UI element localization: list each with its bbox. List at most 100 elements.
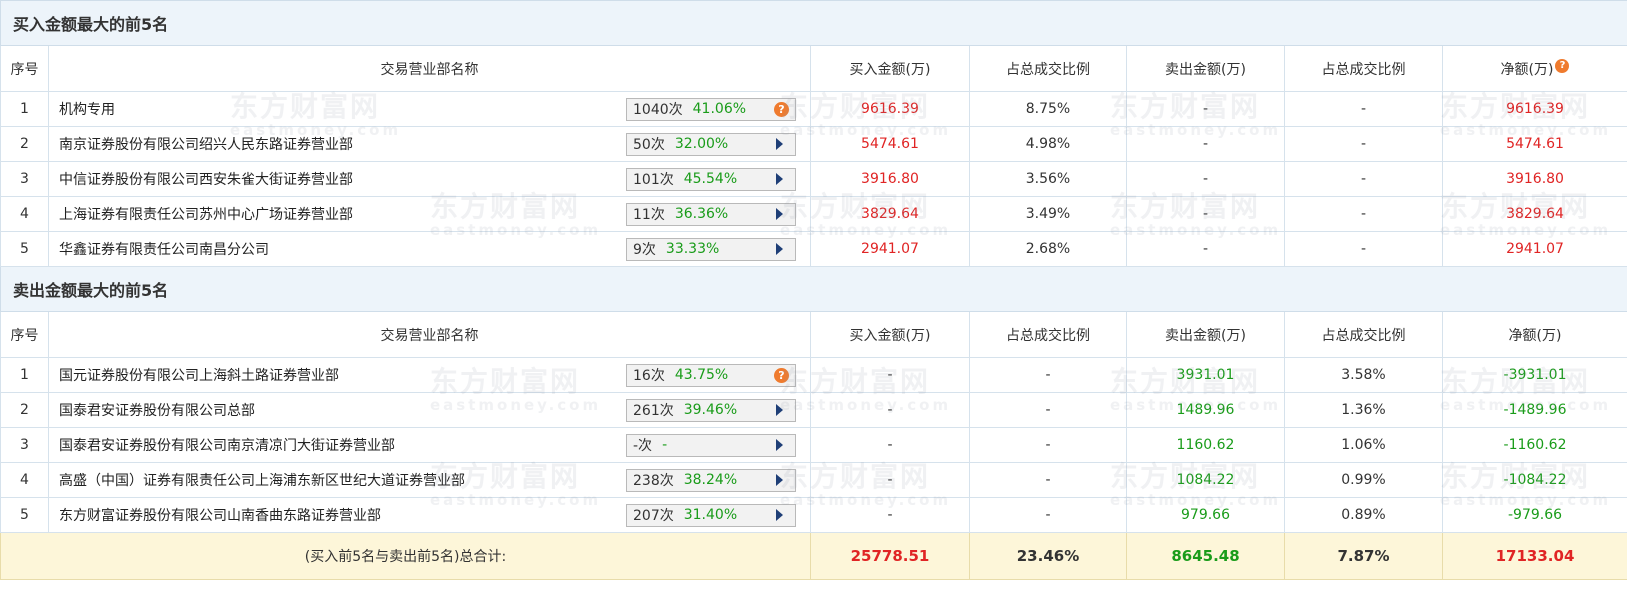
triangle-right-icon[interactable] bbox=[776, 439, 783, 451]
triangle-right-icon[interactable] bbox=[776, 474, 783, 486]
appearance-count: 238次 bbox=[633, 473, 674, 489]
seat-cell: 华鑫证券有限责任公司南昌分公司 9次 33.33% bbox=[48, 231, 811, 267]
triangle-right-icon[interactable] bbox=[776, 173, 783, 185]
question-circle-icon[interactable]: ? bbox=[774, 367, 789, 383]
sell-amount: - bbox=[1126, 126, 1285, 162]
sell-ratio: 1.36% bbox=[1284, 392, 1443, 428]
seat-stat-box[interactable]: 1040次 41.06%? bbox=[626, 97, 796, 121]
sell-ratio: 3.58% bbox=[1284, 357, 1443, 393]
column-header-sell: 卖出金额(万) bbox=[1126, 311, 1285, 358]
sell-ratio: 1.06% bbox=[1284, 427, 1443, 463]
column-header-buy-ratio: 占总成交比例 bbox=[969, 311, 1127, 358]
rise-probability: 38.24% bbox=[683, 472, 738, 488]
table-row: 2 国泰君安证券股份有限公司总部 261次 39.46% - -1489.96 1.36% -… bbox=[0, 392, 1627, 428]
column-header-label: 序号 bbox=[10, 61, 39, 78]
seat-cell: 东方财富证券股份有限公司山南香曲东路证券营业部 207次 31.40% bbox=[48, 497, 811, 533]
sell-amount: - bbox=[1126, 196, 1285, 232]
table-row: 3 国泰君安证券股份有限公司南京清凉门大街证券营业部 -次 - - -1160.62 1.0… bbox=[0, 427, 1627, 463]
sell-ratio: - bbox=[1284, 91, 1443, 127]
triangle-right-icon[interactable] bbox=[776, 509, 783, 521]
seat-stat-box[interactable]: -次 - bbox=[626, 433, 796, 457]
net-amount: -3931.01 bbox=[1441, 357, 1627, 393]
appearance-count: 1040次 bbox=[633, 102, 683, 118]
rise-probability: 36.36% bbox=[674, 206, 729, 222]
seat-cell: 上海证券有限责任公司苏州中心广场证券营业部 11次 36.36% bbox=[48, 196, 811, 232]
column-header-label: 序号 bbox=[10, 327, 39, 344]
question-circle-icon[interactable]: ? bbox=[774, 101, 789, 117]
row-seq: 5 bbox=[0, 231, 49, 267]
column-header-label: 占总成交比例 bbox=[1321, 61, 1406, 78]
table-row: 4 上海证券有限责任公司苏州中心广场证券营业部 11次 36.36% 3829.64 3.… bbox=[0, 196, 1627, 232]
net-amount: 9616.39 bbox=[1441, 91, 1627, 127]
buy-amount: - bbox=[810, 392, 970, 428]
triangle-right-icon[interactable] bbox=[776, 138, 783, 150]
seat-stat-box[interactable]: 238次 38.24% bbox=[626, 468, 796, 492]
sell-amount: 1084.22 bbox=[1126, 462, 1285, 498]
triangle-right-icon[interactable] bbox=[776, 243, 783, 255]
row-seq: 2 bbox=[0, 392, 49, 428]
seat-name[interactable]: 国元证券股份有限公司上海斜土路证券营业部 bbox=[59, 365, 339, 385]
buy-amount: - bbox=[810, 427, 970, 463]
seat-name[interactable]: 国泰君安证券股份有限公司总部 bbox=[59, 400, 255, 420]
seat-name[interactable]: 南京证券股份有限公司绍兴人民东路证券营业部 bbox=[59, 134, 353, 154]
column-header-label: 卖出金额(万) bbox=[1165, 61, 1246, 78]
row-seq: 3 bbox=[0, 427, 49, 463]
table-row: 1 国元证券股份有限公司上海斜土路证券营业部 16次 43.75%? - -3931.01… bbox=[0, 357, 1627, 393]
appearance-count: -次 bbox=[633, 438, 653, 454]
seat-name[interactable]: 高盛（中国）证券有限责任公司上海浦东新区世纪大道证券营业部 bbox=[59, 470, 465, 490]
seat-cell: 国元证券股份有限公司上海斜土路证券营业部 16次 43.75%? bbox=[48, 357, 811, 393]
seat-stat-box[interactable]: 50次 32.00% bbox=[626, 132, 796, 156]
sell-ratio: - bbox=[1284, 231, 1443, 267]
seat-name[interactable]: 国泰君安证券股份有限公司南京清凉门大街证券营业部 bbox=[59, 435, 395, 455]
total-buy: 25778.51 bbox=[810, 532, 970, 580]
seat-cell: 南京证券股份有限公司绍兴人民东路证券营业部 50次 32.00% bbox=[48, 126, 811, 162]
net-amount: -1160.62 bbox=[1441, 427, 1627, 463]
net-amount: 3916.80 bbox=[1441, 161, 1627, 197]
sell-amount: 3931.01 bbox=[1126, 357, 1285, 393]
buy-amount: 5474.61 bbox=[810, 126, 970, 162]
triangle-right-icon[interactable] bbox=[776, 208, 783, 220]
seat-name[interactable]: 上海证券有限责任公司苏州中心广场证券营业部 bbox=[59, 204, 353, 224]
total-sell: 8645.48 bbox=[1126, 532, 1285, 580]
column-header-sell-ratio: 占总成交比例 bbox=[1284, 311, 1443, 358]
seat-stat-box[interactable]: 11次 36.36% bbox=[626, 202, 796, 226]
seat-stat-box[interactable]: 261次 39.46% bbox=[626, 398, 796, 422]
header-row: 序号 交易营业部名称 买入金额(万) 占总成交比例 卖出金额(万) 占总成交比例 净额(万) bbox=[0, 311, 1627, 358]
table-row: 5 东方财富证券股份有限公司山南香曲东路证券营业部 207次 31.40% - -979.… bbox=[0, 497, 1627, 533]
seat-name[interactable]: 华鑫证券有限责任公司南昌分公司 bbox=[59, 239, 269, 259]
row-seq: 4 bbox=[0, 196, 49, 232]
seat-stat-box[interactable]: 101次 45.54% bbox=[626, 167, 796, 191]
column-header-sell-ratio: 占总成交比例 bbox=[1284, 45, 1443, 92]
seat-stat-box[interactable]: 9次 33.33% bbox=[626, 237, 796, 261]
buy-amount: 9616.39 bbox=[810, 91, 970, 127]
seat-stat-box[interactable]: 16次 43.75%? bbox=[626, 363, 796, 387]
net-amount: 5474.61 bbox=[1441, 126, 1627, 162]
appearance-count: 261次 bbox=[633, 403, 674, 419]
section-title: 卖出金额最大的前5名 bbox=[0, 266, 1627, 312]
section-title: 买入金额最大的前5名 bbox=[0, 0, 1627, 46]
appearance-count: 101次 bbox=[633, 172, 674, 188]
help-icon[interactable]: ? bbox=[1555, 58, 1570, 73]
sell-ratio: 0.89% bbox=[1284, 497, 1443, 533]
sell-ratio: - bbox=[1284, 196, 1443, 232]
buy-ratio: - bbox=[969, 357, 1127, 393]
seat-name[interactable]: 中信证券股份有限公司西安朱雀大街证券营业部 bbox=[59, 169, 353, 189]
buy-ratio: - bbox=[969, 392, 1127, 428]
buy-amount: - bbox=[810, 497, 970, 533]
row-seq: 3 bbox=[0, 161, 49, 197]
triangle-right-icon[interactable] bbox=[776, 404, 783, 416]
seat-name[interactable]: 机构专用 bbox=[59, 99, 115, 119]
column-header-label: 交易营业部名称 bbox=[380, 61, 479, 78]
row-seq: 5 bbox=[0, 497, 49, 533]
appearance-count: 50次 bbox=[633, 137, 665, 153]
buy-amount: 3829.64 bbox=[810, 196, 970, 232]
seat-name[interactable]: 东方财富证券股份有限公司山南香曲东路证券营业部 bbox=[59, 505, 381, 525]
sell-amount: 979.66 bbox=[1126, 497, 1285, 533]
buy-amount: - bbox=[810, 357, 970, 393]
seat-stat-box[interactable]: 207次 31.40% bbox=[626, 503, 796, 527]
column-header-label: 买入金额(万) bbox=[849, 61, 931, 78]
appearance-count: 9次 bbox=[633, 242, 656, 258]
column-header-label: 卖出金额(万) bbox=[1165, 327, 1246, 344]
sell-amount: - bbox=[1126, 231, 1285, 267]
sell-ratio: - bbox=[1284, 126, 1443, 162]
